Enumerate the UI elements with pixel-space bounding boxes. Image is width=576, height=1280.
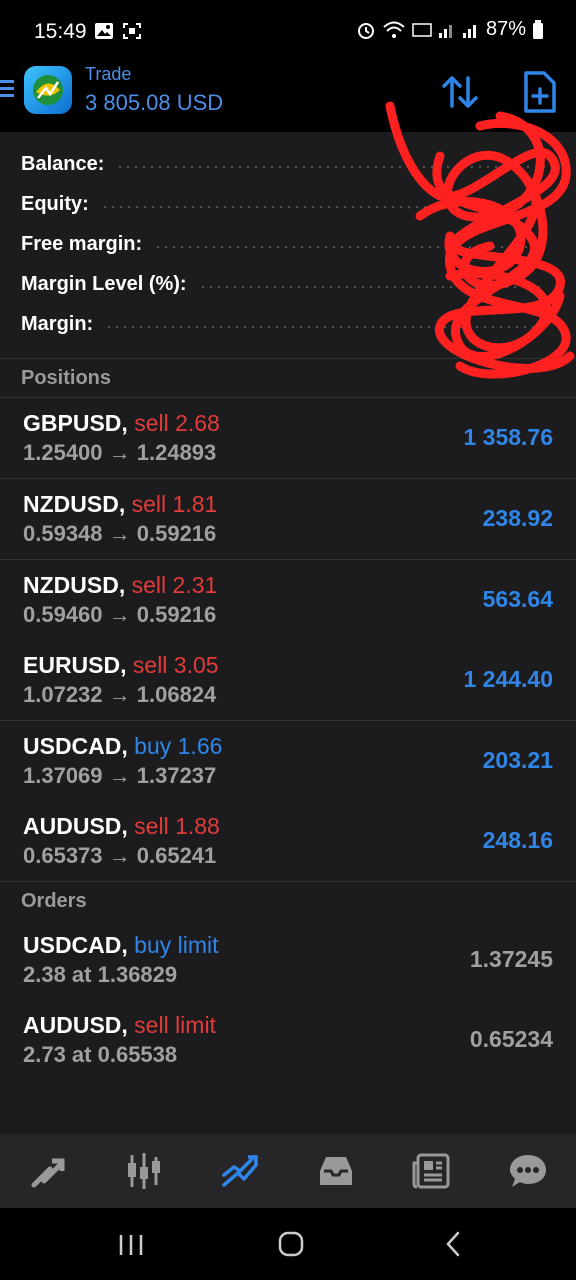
position-symbol: EURUSD,: [23, 652, 127, 678]
nav-history[interactable]: [306, 1141, 366, 1201]
order-price: 0.65234: [469, 1026, 553, 1052]
header-balance: 3 805.08 USD: [85, 90, 224, 115]
positions-title: Positions: [21, 367, 112, 389]
quotes-icon: [31, 1158, 65, 1188]
position-side: sell 3.05: [132, 652, 219, 678]
wifi-icon: [383, 21, 405, 38]
trade-icon: [222, 1155, 258, 1187]
bottom-nav: [0, 1134, 576, 1208]
position-side: sell 2.31: [131, 572, 218, 598]
page-title: Trade: [85, 64, 132, 84]
candlestick-chart-icon: [128, 1153, 160, 1189]
position-prices: 0.59348 → 0.59216: [23, 521, 217, 546]
position-row[interactable]: NZDUSD, sell 2.31 0.59460 → 0.59216 563.…: [0, 560, 576, 641]
empty-area: [0, 1080, 576, 1134]
chat-bubble-icon: [510, 1155, 546, 1187]
redaction-scribble: [385, 101, 575, 379]
order-side: buy limit: [134, 932, 219, 958]
nav-trade[interactable]: [210, 1141, 270, 1201]
position-prices: 0.59460 → 0.59216: [23, 602, 217, 627]
news-icon: [412, 1153, 450, 1189]
image-icon: [95, 23, 113, 39]
equity-label: Equity:: [21, 192, 89, 215]
orders-section-header: Orders: [0, 881, 576, 921]
order-row[interactable]: USDCAD, buy limit 2.38 at 1.36829 1.3724…: [0, 920, 576, 1001]
inbox-icon: [320, 1157, 352, 1185]
order-row[interactable]: AUDUSD, sell limit 2.73 at 0.65538 0.652…: [0, 1000, 576, 1081]
status-bar: 15:49 87%: [0, 0, 576, 64]
order-symbol: USDCAD,: [23, 932, 128, 958]
position-row[interactable]: AUDUSD, sell 1.88 0.65373 → 0.65241 248.…: [0, 801, 576, 882]
position-symbol: GBPUSD,: [23, 410, 128, 436]
position-side: sell 1.88: [134, 813, 220, 839]
position-profit: 203.21: [482, 747, 553, 773]
back-icon[interactable]: [444, 1230, 464, 1258]
position-profit: 238.92: [482, 505, 553, 531]
home-icon[interactable]: [278, 1230, 304, 1258]
position-symbol: NZDUSD,: [23, 572, 126, 598]
nav-chart[interactable]: [114, 1141, 174, 1201]
orders-title: Orders: [21, 890, 87, 912]
position-profit: 1 244.40: [463, 666, 553, 692]
order-details: 2.73 at 0.65538: [23, 1042, 178, 1067]
android-nav-bar: [0, 1208, 576, 1280]
position-prices: 1.07232 → 1.06824: [23, 682, 217, 707]
position-symbol: AUDUSD,: [23, 813, 128, 839]
position-row[interactable]: GBPUSD, sell 2.68 1.25400 → 1.24893 1 35…: [0, 398, 576, 479]
position-side: sell 2.68: [134, 410, 220, 436]
battery-icon: [533, 19, 543, 39]
position-row[interactable]: NZDUSD, sell 1.81 0.59348 → 0.59216 238.…: [0, 479, 576, 560]
position-symbol: USDCAD,: [23, 733, 128, 759]
order-side: sell limit: [134, 1012, 216, 1038]
nav-news[interactable]: [402, 1141, 462, 1201]
position-row[interactable]: USDCAD, buy 1.66 1.37069 → 1.37237 203.2…: [0, 721, 576, 802]
volte-icon: [412, 22, 432, 37]
menu-icon[interactable]: [0, 78, 16, 100]
position-prices: 1.25400 → 1.24893: [23, 440, 217, 465]
order-details: 2.38 at 1.36829: [23, 962, 178, 987]
free-margin-label: Free margin:: [21, 232, 143, 255]
nav-quotes[interactable]: [18, 1141, 78, 1201]
position-profit: 1 358.76: [463, 424, 553, 450]
position-prices: 0.65373 → 0.65241: [23, 843, 217, 868]
screenshot-icon: [123, 23, 141, 39]
margin-level-label: Margin Level (%):: [21, 272, 187, 295]
metatrader-logo-icon: [33, 75, 63, 105]
position-profit: 563.64: [482, 586, 553, 612]
balance-label: Balance:: [21, 152, 105, 175]
position-prices: 1.37069 → 1.37237: [23, 763, 217, 788]
app-logo: [24, 66, 72, 114]
position-symbol: NZDUSD,: [23, 491, 126, 517]
order-price: 1.37245: [469, 946, 553, 972]
status-time: 15:49: [34, 20, 87, 43]
order-symbol: AUDUSD,: [23, 1012, 128, 1038]
position-side: sell 1.81: [131, 491, 218, 517]
battery-percent: 87%: [485, 18, 526, 40]
signal-icon: [462, 24, 476, 38]
recent-apps-icon[interactable]: [118, 1232, 144, 1258]
position-profit: 248.16: [482, 827, 553, 853]
margin-label: Margin:: [21, 312, 94, 335]
alarm-icon: [357, 22, 374, 39]
nav-messages[interactable]: [498, 1141, 558, 1201]
position-side: buy 1.66: [134, 733, 223, 759]
signal-icon: [438, 24, 452, 38]
position-row[interactable]: EURUSD, sell 3.05 1.07232 → 1.06824 1 24…: [0, 640, 576, 721]
